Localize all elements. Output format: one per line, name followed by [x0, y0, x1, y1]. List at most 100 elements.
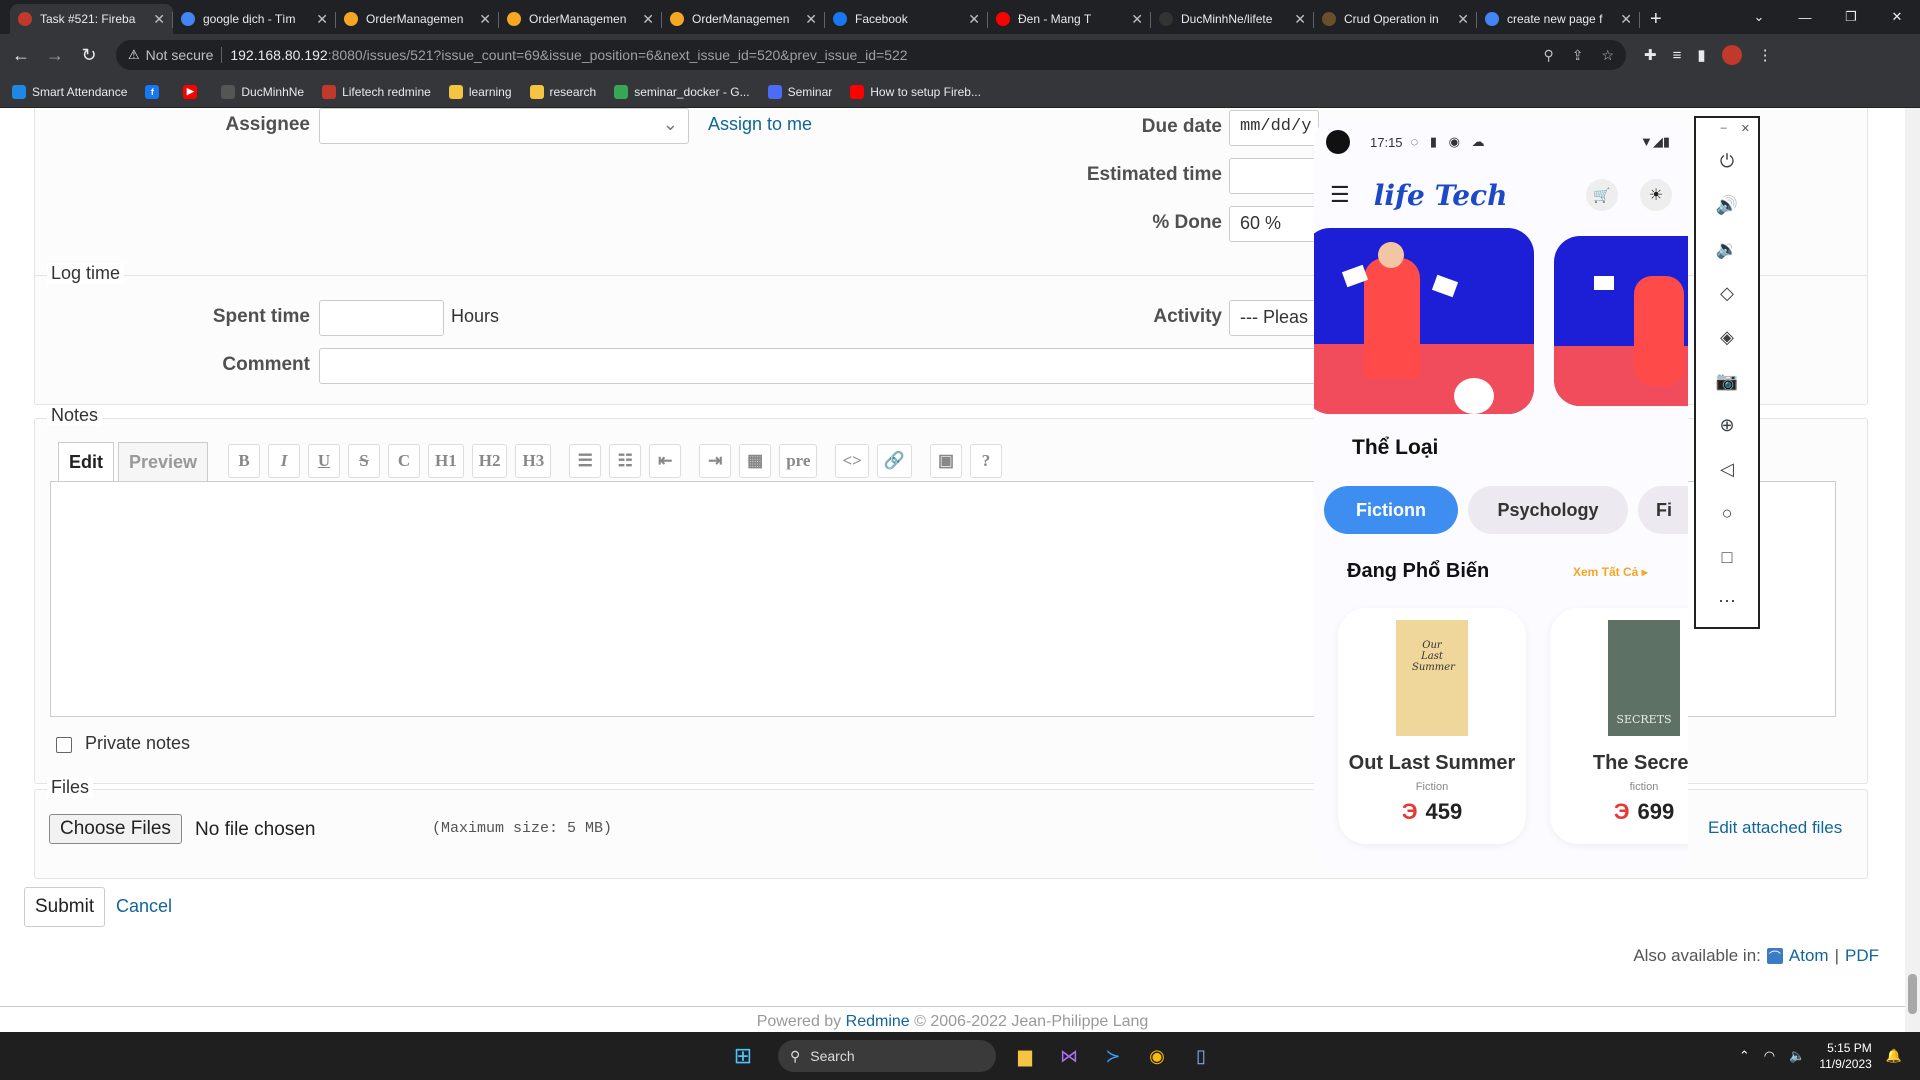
- banner-slide[interactable]: [1554, 236, 1688, 406]
- more-icon[interactable]: ⋯: [1696, 579, 1758, 623]
- toolbar-button[interactable]: ▦: [739, 444, 772, 478]
- toolbar-button[interactable]: H2: [471, 444, 508, 478]
- browser-tab[interactable]: google dịch - Tìm ✕: [173, 4, 336, 34]
- atom-link[interactable]: Atom: [1789, 946, 1829, 966]
- toolbar-button[interactable]: pre: [779, 444, 818, 478]
- estimated-time-input[interactable]: [1229, 158, 1319, 194]
- bookmark-item[interactable]: Seminar: [767, 84, 832, 99]
- volume-down-icon[interactable]: 🔉: [1696, 227, 1758, 271]
- menu-icon[interactable]: ⋮: [1758, 46, 1773, 64]
- close-window-button[interactable]: ✕: [1874, 9, 1920, 25]
- book-card[interactable]: Our Last Summer Out Last Summer Fiction …: [1338, 608, 1526, 844]
- browser-tab[interactable]: Facebook ✕: [825, 4, 988, 34]
- browser-tab[interactable]: OrderManagemen ✕: [662, 4, 825, 34]
- tab-close-icon[interactable]: ✕: [1294, 11, 1306, 28]
- hamburger-menu-icon[interactable]: ☰: [1330, 182, 1350, 208]
- star-icon[interactable]: ☆: [1601, 47, 1614, 64]
- category-chip-psychology[interactable]: Psychology: [1468, 486, 1628, 534]
- tab-close-icon[interactable]: ✕: [642, 11, 654, 28]
- volume-up-icon[interactable]: 🔊: [1696, 183, 1758, 227]
- vscode-icon[interactable]: ≻: [1094, 1037, 1132, 1075]
- due-date-input[interactable]: mm/dd/y: [1229, 110, 1319, 146]
- tab-close-icon[interactable]: ✕: [153, 11, 165, 28]
- rotate-right-icon[interactable]: ◈: [1696, 315, 1758, 359]
- bookmark-item[interactable]: Smart Attendance: [12, 84, 127, 99]
- category-chip-more[interactable]: Fi: [1638, 486, 1688, 534]
- back-arrow-icon[interactable]: ←: [8, 45, 34, 66]
- tab-close-icon[interactable]: ✕: [1131, 11, 1143, 28]
- page-scrollbar[interactable]: [1905, 108, 1920, 1032]
- tab-close-icon[interactable]: ✕: [316, 11, 328, 28]
- zoom-icon[interactable]: ⚲: [1543, 47, 1553, 64]
- browser-tab[interactable]: Đen - Mang T ✕: [988, 4, 1151, 34]
- bookmark-item[interactable]: Lifetech redmine: [322, 84, 431, 99]
- edit-attached-files-link[interactable]: Edit attached files: [1708, 818, 1842, 838]
- bookmark-item[interactable]: ▶: [183, 84, 203, 99]
- pdf-link[interactable]: PDF: [1845, 946, 1879, 966]
- spent-time-input[interactable]: [319, 300, 444, 336]
- extensions-icon[interactable]: ✚: [1644, 46, 1657, 64]
- toolbar-button[interactable]: H1: [428, 444, 464, 478]
- chrome-icon[interactable]: ◉: [1138, 1037, 1176, 1075]
- toolbar-button[interactable]: 🔗: [876, 444, 912, 478]
- browser-tab[interactable]: OrderManagemen ✕: [336, 4, 499, 34]
- bookmark-item[interactable]: research: [529, 84, 596, 99]
- taskbar-search[interactable]: ⚲ Search: [778, 1040, 996, 1072]
- minimize-icon[interactable]: –: [1721, 122, 1727, 135]
- browser-tab[interactable]: Task #521: Fireba ✕: [10, 4, 173, 34]
- speaker-icon[interactable]: 🔈: [1789, 1048, 1805, 1064]
- category-chip-fiction[interactable]: Fictionn: [1324, 486, 1458, 534]
- assignee-select[interactable]: ⌄: [319, 108, 689, 144]
- browser-tab[interactable]: DucMinhNe/lifete ✕: [1151, 4, 1314, 34]
- toolbar-button[interactable]: H3: [515, 444, 552, 478]
- bookmark-item[interactable]: seminar_docker - G...: [614, 84, 750, 99]
- browser-tab[interactable]: create new page f ✕: [1477, 4, 1640, 34]
- reload-icon[interactable]: ↻: [76, 45, 102, 66]
- toolbar-button[interactable]: ⇤: [649, 444, 682, 478]
- assign-to-me-link[interactable]: Assign to me: [708, 114, 812, 135]
- toolbar-button[interactable]: C: [388, 444, 420, 478]
- bookmark-item[interactable]: learning: [448, 84, 512, 99]
- side-panel-icon[interactable]: ▮: [1697, 46, 1705, 64]
- toolbar-button[interactable]: B: [228, 444, 260, 478]
- private-notes-checkbox[interactable]: [56, 737, 72, 753]
- toolbar-button[interactable]: <>: [835, 444, 869, 478]
- cancel-link[interactable]: Cancel: [116, 896, 172, 917]
- toolbar-button[interactable]: ⇥: [699, 444, 732, 478]
- comment-input[interactable]: [319, 348, 1319, 384]
- tab-close-icon[interactable]: ✕: [1457, 11, 1469, 28]
- forward-arrow-icon[interactable]: →: [42, 45, 68, 66]
- redmine-link[interactable]: Redmine: [846, 1013, 910, 1030]
- overview-icon[interactable]: □: [1696, 535, 1758, 579]
- toolbar-button[interactable]: ☷: [609, 444, 642, 478]
- wifi-icon[interactable]: ◠: [1764, 1048, 1775, 1064]
- tab-close-icon[interactable]: ✕: [968, 11, 980, 28]
- tab-close-icon[interactable]: ✕: [1620, 11, 1632, 28]
- theme-toggle-icon[interactable]: ☀: [1640, 179, 1672, 211]
- reading-list-icon[interactable]: ≡: [1673, 47, 1682, 64]
- camera-icon[interactable]: 📷: [1696, 359, 1758, 403]
- toolbar-button[interactable]: U: [308, 444, 340, 478]
- toolbar-button[interactable]: S: [348, 444, 380, 478]
- browser-tab[interactable]: OrderManagemen ✕: [499, 4, 662, 34]
- zoom-icon[interactable]: ⊕: [1696, 403, 1758, 447]
- tab-close-icon[interactable]: ✕: [805, 11, 817, 28]
- tab-close-icon[interactable]: ✕: [479, 11, 491, 28]
- notification-icon[interactable]: 🔔: [1886, 1048, 1902, 1064]
- tab-preview[interactable]: Preview: [118, 442, 209, 482]
- visual-studio-icon[interactable]: ⋈: [1050, 1037, 1088, 1075]
- book-card[interactable]: SECRETS The Secret fiction Э 699: [1550, 608, 1688, 844]
- share-icon[interactable]: ⇪: [1572, 47, 1584, 64]
- new-tab-button[interactable]: +: [1640, 4, 1672, 34]
- tab-edit[interactable]: Edit: [58, 442, 114, 482]
- bookmark-item[interactable]: f: [145, 84, 165, 99]
- profile-avatar[interactable]: [1721, 45, 1742, 65]
- tab-search-icon[interactable]: ⌄: [1736, 9, 1782, 25]
- rotate-left-icon[interactable]: ◇: [1696, 271, 1758, 315]
- close-icon[interactable]: ✕: [1741, 122, 1750, 135]
- tray-overflow-icon[interactable]: ⌃: [1739, 1048, 1750, 1064]
- windows-start-icon[interactable]: ⊞: [724, 1037, 762, 1075]
- activity-select[interactable]: --- Pleas: [1229, 300, 1319, 336]
- toolbar-button[interactable]: ?: [970, 444, 1002, 478]
- emulator-app-icon[interactable]: ▯: [1182, 1037, 1220, 1075]
